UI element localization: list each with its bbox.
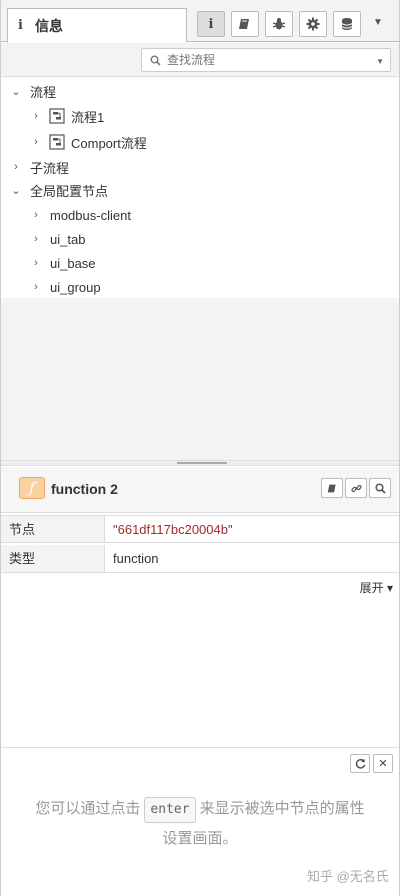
node-header: ƒ function 2 xyxy=(1,467,399,513)
caret-down-icon[interactable]: ▼ xyxy=(376,57,384,66)
search-node-button[interactable] xyxy=(369,478,391,498)
info-icon: i xyxy=(18,18,23,33)
tree-label: 子流程 xyxy=(30,160,70,176)
refresh-icon xyxy=(355,758,365,769)
bug-icon xyxy=(272,18,286,30)
info-sidebar: i 信息 i ▼ ▼ ⌄ 流程 › xyxy=(0,0,400,896)
tab-info-label: 信息 xyxy=(34,17,63,34)
node-title: function 2 xyxy=(51,481,118,497)
tree-item-global-config[interactable]: ⌄ 全局配置节点 xyxy=(1,178,399,202)
flow-tree: ⌄ 流程 › 流程1 › Comport流程 › 子流程 ⌄ 全局配置节点 › … xyxy=(1,78,399,298)
tab-info[interactable]: i 信息 xyxy=(7,8,187,43)
sidebar-tab-bar: i 信息 i ▼ xyxy=(1,0,399,43)
tree-item-flows[interactable]: ⌄ 流程 xyxy=(1,79,399,103)
tree-item-config-node[interactable]: › ui_group xyxy=(1,275,399,299)
info-icon: i xyxy=(208,16,214,32)
tree-label: modbus-client xyxy=(50,207,131,223)
chevron-down-icon[interactable]: ⌄ xyxy=(9,85,23,98)
chevron-down-icon[interactable]: ⌄ xyxy=(9,184,23,197)
link-icon xyxy=(350,484,362,492)
caret-down-icon[interactable]: ▼ xyxy=(373,17,383,28)
tip-text: 设置画面。 xyxy=(162,830,238,847)
tree-item-config-node[interactable]: › ui_base xyxy=(1,251,399,275)
tree-label: 流程1 xyxy=(71,109,105,125)
tip-text: 来显示被选中节点的属性 xyxy=(199,800,365,817)
function-icon: ƒ xyxy=(19,477,45,499)
panel-splitter[interactable] xyxy=(1,460,399,466)
tree-empty-area xyxy=(1,298,399,460)
search-input[interactable] xyxy=(167,53,357,67)
search-box[interactable]: ▼ xyxy=(141,48,391,72)
close-icon: ✕ xyxy=(378,758,388,770)
enter-key-badge: enter xyxy=(144,797,196,823)
tree-item-flow[interactable]: › Comport流程 xyxy=(1,130,399,154)
expand-link[interactable]: 展开 ▾ xyxy=(360,579,393,596)
debug-button[interactable] xyxy=(265,11,293,37)
property-row: 类型 function xyxy=(1,545,399,573)
tree-label: Comport流程 xyxy=(71,135,147,151)
context-data-button[interactable] xyxy=(333,11,361,37)
property-key: 类型 xyxy=(1,545,105,572)
info-button[interactable]: i xyxy=(197,11,225,37)
tree-label: ui_group xyxy=(50,279,101,295)
tree-item-config-node[interactable]: › ui_tab xyxy=(1,227,399,251)
database-icon xyxy=(341,18,353,30)
watermark: 知乎 @无名氏 xyxy=(307,869,389,884)
tree-item-config-node[interactable]: › modbus-client xyxy=(1,203,399,227)
config-button[interactable] xyxy=(299,11,327,37)
flow-icon xyxy=(49,134,65,150)
tree-label: 全局配置节点 xyxy=(30,183,109,199)
property-row: 节点 "661df117bc20004b" xyxy=(1,515,399,543)
tree-item-flow[interactable]: › 流程1 xyxy=(1,104,399,128)
chevron-right-icon[interactable]: › xyxy=(29,257,43,269)
chevron-right-icon[interactable]: › xyxy=(29,110,43,122)
splitter-grip[interactable] xyxy=(177,462,227,464)
chevron-right-icon[interactable]: › xyxy=(29,209,43,221)
chevron-right-icon[interactable]: › xyxy=(29,281,43,293)
refresh-button[interactable] xyxy=(350,754,370,773)
property-value: function xyxy=(113,551,159,566)
chevron-right-icon[interactable]: › xyxy=(29,233,43,245)
close-button[interactable]: ✕ xyxy=(373,754,393,773)
tree-label: 流程 xyxy=(30,84,57,100)
chevron-right-icon[interactable]: › xyxy=(29,136,43,148)
property-key: 节点 xyxy=(1,516,105,542)
link-button[interactable] xyxy=(345,478,367,498)
tip-text: 您可以通过点击 xyxy=(35,800,141,817)
book-icon xyxy=(239,19,249,29)
search-icon xyxy=(374,482,386,494)
help-book-button[interactable] xyxy=(231,11,259,37)
tree-label: ui_tab xyxy=(50,231,86,247)
show-help-button[interactable] xyxy=(321,478,343,498)
tree-item-subflows[interactable]: › 子流程 xyxy=(1,155,399,179)
chevron-right-icon[interactable]: › xyxy=(9,161,23,173)
tree-label: ui_base xyxy=(50,255,96,271)
book-icon xyxy=(327,484,336,492)
help-tip: 您可以通过点击 enter 来显示被选中节点的属性 设置画面。 xyxy=(1,794,399,854)
property-value: "661df117bc20004b" xyxy=(113,522,233,537)
search-bar: ▼ xyxy=(1,43,399,77)
gear-icon xyxy=(306,17,320,31)
search-icon xyxy=(150,55,161,66)
flow-icon xyxy=(49,108,65,124)
